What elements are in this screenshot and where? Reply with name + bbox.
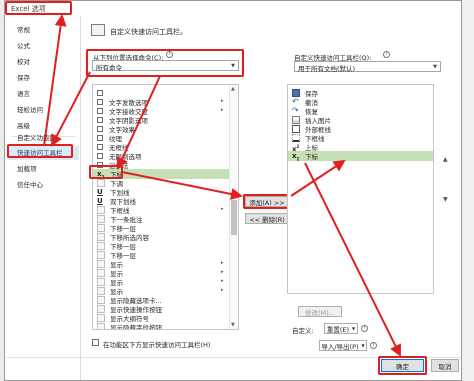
command-icon (97, 323, 105, 329)
chevron-down-icon: ▼ (231, 63, 235, 69)
customize-toolbar-dropdown[interactable]: 用于所有文档(默认) ▼ (294, 61, 441, 73)
redo-icon: ↷ (292, 106, 299, 115)
command-icon (97, 269, 105, 277)
import-export-button[interactable]: 导入/导出(P) ▼ (319, 340, 367, 351)
command-icon (97, 251, 105, 259)
submenu-arrow-icon: ▸ (221, 107, 224, 113)
choose-commands-info-icon: i (166, 51, 173, 58)
checkbox-icon (97, 135, 103, 141)
import-info-icon: i (370, 342, 377, 349)
command-item-label: 显示隐藏字段按钮 (110, 324, 162, 330)
show-below-checkbox[interactable] (92, 339, 99, 346)
reset-info-icon: i (361, 325, 368, 332)
customize-info-icon: i (383, 51, 390, 58)
double-underline-icon: U (97, 197, 103, 205)
command-icon (97, 233, 105, 241)
scroll-up-icon[interactable]: ▲ (231, 86, 235, 92)
choose-commands-value: 所有命令 (96, 64, 122, 72)
command-icon (97, 206, 105, 214)
submenu-arrow-icon: ▸ (221, 278, 224, 284)
command-item[interactable]: 显示隐藏字段按钮 (93, 322, 238, 330)
add-button-label: 添加(A) >> (249, 198, 285, 207)
modify-button-label: 修改(M)... (305, 308, 335, 317)
toolbar-item-label: 下标 (305, 153, 318, 161)
sidebar-item-addins[interactable]: 加载项 (17, 163, 37, 175)
picture-icon (292, 116, 300, 124)
checkbox-icon (97, 117, 103, 123)
chevron-down-icon: ▼ (361, 343, 365, 348)
window-title: Excel 选项 (11, 5, 46, 13)
sidebar-item-general[interactable]: 常规 (17, 24, 30, 36)
remove-button-label: << 删除(R) (249, 215, 285, 224)
cancel-button[interactable]: 取消 (431, 359, 459, 372)
checkbox-icon (97, 99, 103, 105)
customize-toolbar-value: 用于所有文档(默认) (298, 65, 356, 73)
sidebar-item-accessibility[interactable]: 轻松访问 (17, 104, 43, 116)
toolbar-list[interactable]: 保存 ↶ 撤消 ↷ 恢复 插入图片 外部框线 下框线 x2 上标 x2 下标 (287, 84, 434, 294)
reset-button[interactable]: 重置(E) ▼ (324, 323, 358, 334)
command-icon (97, 224, 105, 232)
ok-button-label: 确定 (396, 362, 409, 371)
sidebar-selected-highlight (7, 144, 73, 158)
sidebar: 常规 公式 校对 保存 语言 轻松访问 高级 自定义功能区 快速访问工具栏 加载… (5, 16, 81, 380)
command-icon (97, 242, 105, 250)
ok-button[interactable]: 确定 (381, 359, 424, 372)
chevron-down-icon: ▼ (433, 64, 437, 70)
submenu-arrow-icon: ▸ (221, 287, 224, 293)
command-icon (97, 179, 105, 187)
underline-icon: U (97, 188, 103, 196)
scroll-down-icon[interactable]: ▼ (231, 322, 235, 328)
submenu-arrow-icon: ▸ (221, 260, 224, 266)
command-icon (97, 314, 105, 322)
command-icon (97, 260, 105, 268)
checkbox-icon (97, 144, 103, 150)
superscript-icon: x2 (292, 144, 300, 154)
header-title: 自定义快速访问工具栏。 (110, 28, 187, 36)
choose-commands-dropdown[interactable]: 所有命令 ▼ (92, 60, 239, 72)
sidebar-item-language[interactable]: 语言 (17, 88, 30, 100)
submenu-arrow-icon: ▸ (221, 206, 224, 212)
remove-button[interactable]: << 删除(R) (245, 213, 289, 224)
command-icon (97, 287, 105, 295)
sidebar-item-proofing[interactable]: 校对 (17, 56, 30, 68)
toolbar-item[interactable]: x2 下标 (288, 151, 433, 161)
import-export-label: 导入/导出(P) (321, 342, 359, 351)
sidebar-item-customize-ribbon[interactable]: 自定义功能区 (17, 132, 56, 144)
bottom-border-icon (292, 134, 300, 142)
outside-borders-icon (292, 125, 300, 133)
submenu-arrow-icon: ▸ (221, 269, 224, 275)
checkbox-icon (97, 108, 103, 114)
checkbox-icon (97, 90, 103, 96)
add-button[interactable]: 添加(A) >> (245, 196, 289, 207)
checkbox-icon (97, 126, 103, 132)
move-up-icon[interactable]: ▲ (443, 156, 448, 163)
undo-icon: ↶ (292, 97, 299, 106)
custom-label: 自定义: (292, 327, 314, 335)
left-selected-highlight (89, 165, 123, 179)
command-icon (97, 305, 105, 313)
scroll-thumb[interactable] (231, 200, 237, 235)
header-icon (91, 24, 105, 36)
save-icon (292, 89, 300, 97)
chevron-down-icon: ▼ (352, 326, 356, 331)
commands-list[interactable]: 文字发散选项 ▸ 文字接收交度 ▸ 文字阴影选项 文字效果 纹理 无框线 无限制选项 迷数法 x2 下… (92, 84, 239, 330)
modify-button[interactable]: 修改(M)... (298, 306, 342, 317)
sidebar-item-formulas[interactable]: 公式 (17, 40, 30, 52)
reset-button-label: 重置(E) (326, 325, 350, 334)
sidebar-item-trust-center[interactable]: 信任中心 (17, 179, 43, 191)
subscript-icon: x2 (292, 152, 300, 162)
sidebar-item-advanced[interactable]: 高级 (17, 120, 30, 132)
command-icon (97, 278, 105, 286)
background-stripe-right (461, 0, 474, 381)
command-icon (97, 215, 105, 223)
command-icon (97, 296, 105, 304)
submenu-arrow-icon: ▸ (221, 98, 224, 104)
move-down-icon[interactable]: ▼ (443, 196, 448, 203)
show-below-label: 在功能区下方显示快速访问工具栏(H) (103, 341, 211, 349)
commands-list-scrollbar[interactable]: ▲ ▼ (229, 85, 238, 329)
checkbox-icon (97, 153, 103, 159)
sidebar-item-save[interactable]: 保存 (17, 72, 30, 84)
cancel-button-label: 取消 (438, 362, 452, 371)
